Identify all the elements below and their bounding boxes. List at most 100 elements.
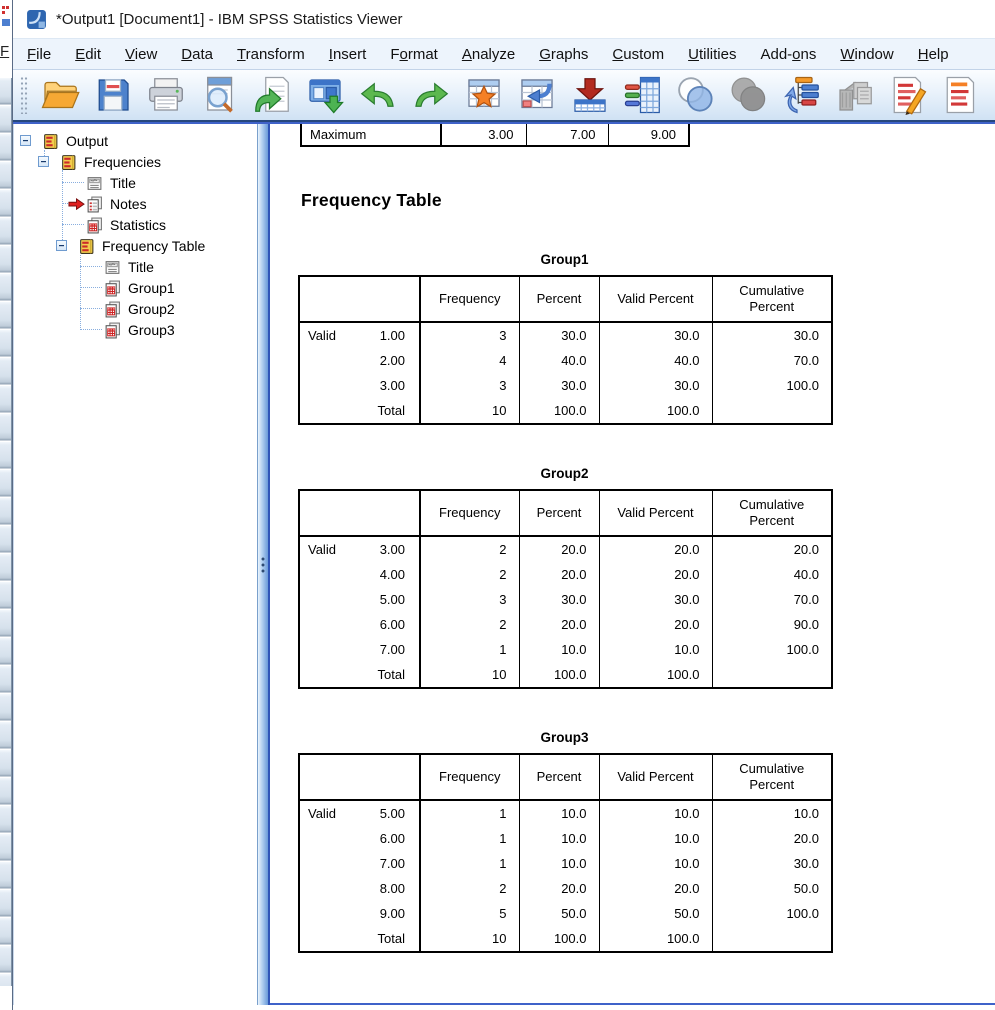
value-cell: 90.0 xyxy=(712,612,832,637)
pivot-table-group3[interactable]: FrequencyPercentValid PercentCumulative … xyxy=(298,753,833,953)
value-cell: 10.0 xyxy=(519,637,599,662)
row-label-cell: Valid xyxy=(299,536,352,562)
outline-item-group1[interactable]: Group1 xyxy=(14,277,257,298)
insert-heading-icon[interactable] xyxy=(885,73,931,117)
redo-icon[interactable] xyxy=(408,73,454,117)
menu-transform[interactable]: Transform xyxy=(225,42,317,67)
insert-title-icon[interactable] xyxy=(938,73,984,117)
menu-file[interactable]: File xyxy=(15,42,63,67)
open-file-icon[interactable] xyxy=(37,73,83,117)
value-cell: 10 xyxy=(420,398,519,424)
menu-window[interactable]: Window xyxy=(828,42,905,67)
outline-item-group3[interactable]: Group3 xyxy=(14,319,257,340)
outline-item-title[interactable]: Title xyxy=(14,172,257,193)
menu-custom[interactable]: Custom xyxy=(600,42,676,67)
value-cell: 10.0 xyxy=(599,800,712,826)
stats-table-icon xyxy=(86,217,103,233)
value-cell: 20.0 xyxy=(519,612,599,637)
menu-insert[interactable]: Insert xyxy=(317,42,379,67)
table-row: 9.00550.050.0100.0 xyxy=(299,901,832,926)
value-cell: 40.0 xyxy=(712,562,832,587)
print-icon[interactable] xyxy=(143,73,189,117)
column-header: Percent xyxy=(519,276,599,322)
row-label-cell xyxy=(299,348,352,373)
value-cell: 10.0 xyxy=(712,800,832,826)
value-cell: 20.0 xyxy=(599,612,712,637)
value-cell: 10.0 xyxy=(519,800,599,826)
value-cell: 1 xyxy=(420,826,519,851)
column-header: Frequency xyxy=(420,490,519,536)
outline-item-frequencies[interactable]: Frequencies xyxy=(14,151,257,172)
row-label-cell xyxy=(299,612,352,637)
value-cell: 30.0 xyxy=(599,373,712,398)
pane-splitter-handle[interactable] xyxy=(257,124,270,1005)
column-header: Percent xyxy=(519,490,599,536)
outline-item-output[interactable]: Output xyxy=(14,130,257,151)
value-cell: 20.0 xyxy=(519,876,599,901)
goto-data-icon[interactable] xyxy=(461,73,507,117)
select-cases-icon[interactable] xyxy=(673,73,719,117)
menu-edit[interactable]: Edit xyxy=(63,42,113,67)
row-label-cell: Valid xyxy=(299,322,352,348)
table-row: 6.00110.010.020.0 xyxy=(299,826,832,851)
menu-graphs[interactable]: Graphs xyxy=(527,42,600,67)
collapse-box-icon[interactable] xyxy=(20,135,31,146)
value-cell: 100.0 xyxy=(519,926,599,952)
menu-utilities[interactable]: Utilities xyxy=(676,42,748,67)
outline-item-title[interactable]: Title xyxy=(14,256,257,277)
save-icon[interactable] xyxy=(90,73,136,117)
export-icon[interactable] xyxy=(249,73,295,117)
outline-item-frequencytable[interactable]: Frequency Table xyxy=(14,235,257,256)
value-cell: 1 xyxy=(420,637,519,662)
menu-data[interactable]: Data xyxy=(169,42,225,67)
collapse-box-icon[interactable] xyxy=(38,156,49,167)
menu-format[interactable]: Format xyxy=(378,42,450,67)
stub-header xyxy=(299,490,420,536)
pivot-table-title[interactable]: Group2 xyxy=(298,466,831,481)
value-cell: 70.0 xyxy=(712,587,832,612)
frequency-table-section: Group2FrequencyPercentValid PercentCumul… xyxy=(298,466,831,689)
undo-icon[interactable] xyxy=(355,73,401,117)
pivot-table-group1[interactable]: FrequencyPercentValid PercentCumulative … xyxy=(298,275,833,425)
row-label-cell: 7.00 xyxy=(352,851,420,876)
frequency-table-section: Group1FrequencyPercentValid PercentCumul… xyxy=(298,252,831,425)
stub-header xyxy=(299,276,420,322)
value-cell: 20.0 xyxy=(712,536,832,562)
outline-item-notes[interactable]: Notes xyxy=(14,193,257,214)
row-label-cell: 6.00 xyxy=(352,612,420,637)
use-variable-sets-icon[interactable] xyxy=(779,73,825,117)
statistics-table-partial[interactable]: Maximum 3.00 7.00 9.00 xyxy=(300,124,690,147)
stats-table-icon xyxy=(104,301,121,317)
goto-case-icon[interactable] xyxy=(514,73,560,117)
title-bar[interactable]: *Output1 [Document1] - IBM SPSS Statisti… xyxy=(13,0,995,38)
toolbar-grip-handle[interactable] xyxy=(20,76,28,114)
menu-analyze[interactable]: Analyze xyxy=(450,42,527,67)
output-heading[interactable]: Frequency Table xyxy=(301,190,995,211)
column-header: Cumulative Percent xyxy=(712,490,832,536)
outline-item-statistics[interactable]: Statistics xyxy=(14,214,257,235)
value-cell: 50.0 xyxy=(519,901,599,926)
variables-icon[interactable] xyxy=(620,73,666,117)
value-cell: 50.0 xyxy=(599,901,712,926)
output-book-icon xyxy=(42,133,59,149)
current-item-arrow-icon xyxy=(68,197,85,210)
pivot-table-title[interactable]: Group1 xyxy=(298,252,831,267)
pivot-table-title[interactable]: Group3 xyxy=(298,730,831,745)
value-cell: 30.0 xyxy=(712,851,832,876)
spss-viewer-window: *Output1 [Document1] - IBM SPSS Statisti… xyxy=(12,0,995,1010)
output-book-icon xyxy=(60,154,77,170)
background-menu-fragment: F xyxy=(0,43,12,60)
value-cell: 30.0 xyxy=(519,322,599,348)
insert-variables-icon[interactable] xyxy=(567,73,613,117)
menu-addons[interactable]: Add-ons xyxy=(748,42,828,67)
print-preview-icon[interactable] xyxy=(196,73,242,117)
menu-help[interactable]: Help xyxy=(906,42,961,67)
value-cell: 50.0 xyxy=(712,876,832,901)
menu-view[interactable]: View xyxy=(113,42,169,67)
output-content-pane: Maximum 3.00 7.00 9.00 Frequency Table G… xyxy=(270,124,995,1005)
collapse-box-icon[interactable] xyxy=(56,240,67,251)
outline-item-group2[interactable]: Group2 xyxy=(14,298,257,319)
recall-dialog-icon[interactable] xyxy=(302,73,348,117)
pivot-table-group2[interactable]: FrequencyPercentValid PercentCumulative … xyxy=(298,489,833,689)
table-row: 7.00110.010.0100.0 xyxy=(299,637,832,662)
